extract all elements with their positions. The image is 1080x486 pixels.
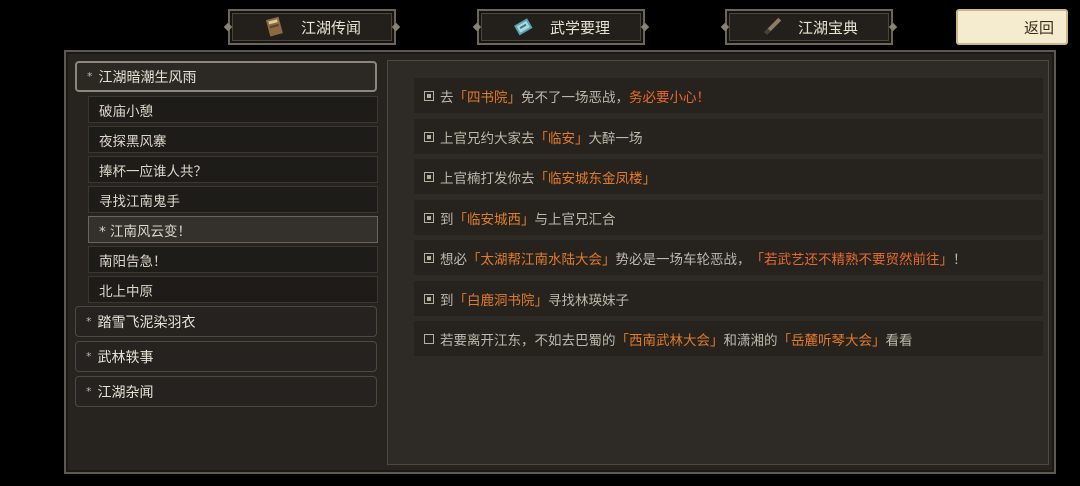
checkbox-checked-icon bbox=[424, 293, 434, 304]
quest-item[interactable]: 破庙小憩 bbox=[88, 96, 378, 123]
category-label: 江湖暗潮生风雨 bbox=[98, 69, 197, 86]
tab-encyclopedia[interactable]: 江湖宝典 bbox=[725, 9, 893, 45]
location-highlight: 「临安」 bbox=[534, 130, 589, 147]
tab-martial-arts[interactable]: 武学要理 bbox=[477, 9, 645, 45]
objective-row: 若要离开江东，不如去巴蜀的 「西南武林大会」 和潇湘的 「岳麓听琴大会」 看看 bbox=[414, 321, 1043, 356]
objective-text: 去 bbox=[440, 89, 454, 106]
category-label: 踏雪飞泥染羽衣 bbox=[97, 314, 196, 331]
objective-row: 到 「白鹿洞书院」 寻找林瑛妹子 bbox=[414, 281, 1043, 316]
objective-text: 上官兄约大家去 bbox=[440, 130, 535, 147]
objective-text: 上官楠打发你去 bbox=[440, 170, 535, 187]
objective-panel: 去 「四书院」 免不了一场恶战， 务必要小心！ 上官兄约大家去 「临安」 大醉一… bbox=[387, 60, 1049, 465]
tab-label: 武学要理 bbox=[549, 18, 610, 37]
checkbox-checked-icon bbox=[424, 212, 434, 223]
quest-item-selected[interactable]: * 江南风云变！ bbox=[88, 216, 378, 243]
objective-row: 到 「临安城西」 与上官兄汇合 bbox=[414, 200, 1043, 235]
quest-item[interactable]: 北上中原 bbox=[88, 276, 378, 303]
tab-label: 江湖传闻 bbox=[300, 18, 361, 37]
objective-row: 想必 「太湖帮江南水陆大会」 势必是一场车轮恶战， 「若武艺还不精熟不要贸然前往… bbox=[414, 240, 1043, 275]
quest-item[interactable]: 捧杯一应谁人共？ bbox=[88, 156, 378, 183]
objective-text: 与上官兄汇合 bbox=[534, 211, 616, 228]
checkbox-checked-icon bbox=[424, 252, 434, 263]
tab-jianghu-rumors[interactable]: 江湖传闻 bbox=[228, 9, 396, 45]
objective-text: 到 bbox=[440, 211, 454, 228]
location-highlight: 「西南武林大会」 bbox=[615, 332, 724, 349]
objective-row: 上官兄约大家去 「临安」 大醉一场 bbox=[414, 119, 1043, 154]
checkbox-empty-icon bbox=[424, 333, 434, 344]
back-button[interactable]: 返回 bbox=[956, 9, 1068, 45]
tab-label: 江湖宝典 bbox=[797, 18, 858, 37]
location-highlight: 「白鹿洞书院」 bbox=[453, 292, 549, 309]
objective-text: 看看 bbox=[885, 332, 913, 349]
manual-book-icon bbox=[514, 18, 533, 36]
category-snow-feather[interactable]: * 踏雪飞泥染羽衣 bbox=[75, 306, 377, 337]
location-highlight: 「临安城西」 bbox=[453, 211, 535, 228]
objective-text: 势必是一场车轮恶战， bbox=[615, 251, 751, 268]
warning-highlight: 务必要小心！ bbox=[629, 89, 710, 106]
category-label: 武林轶事 bbox=[97, 349, 154, 366]
quest-item[interactable]: 寻找江南鬼手 bbox=[88, 186, 378, 213]
objective-text: 和潇湘的 bbox=[723, 332, 778, 349]
category-label: 江湖杂闻 bbox=[97, 384, 154, 401]
quest-panel: * 江湖暗潮生风雨 破庙小憩 夜探黑风寨 捧杯一应谁人共？ 寻找江南鬼手 * 江… bbox=[64, 50, 1056, 474]
objective-text: 想必 bbox=[440, 251, 467, 268]
scroll-book-icon bbox=[265, 16, 283, 37]
bullet-icon: * bbox=[87, 70, 93, 83]
location-highlight: 「太湖帮江南水陆大会」 bbox=[467, 251, 616, 268]
quest-list: * 江湖暗潮生风雨 破庙小憩 夜探黑风寨 捧杯一应谁人共？ 寻找江南鬼手 * 江… bbox=[75, 61, 379, 411]
checkbox-checked-icon bbox=[424, 171, 434, 182]
brush-quill-icon bbox=[764, 17, 782, 35]
objective-text: 大醉一场 bbox=[588, 130, 643, 147]
checkbox-checked-icon bbox=[424, 90, 434, 101]
bullet-icon: * bbox=[86, 385, 92, 398]
category-main-story[interactable]: * 江湖暗潮生风雨 bbox=[75, 61, 377, 92]
quest-item[interactable]: 南阳告急！ bbox=[88, 246, 378, 273]
checkbox-checked-icon bbox=[424, 131, 434, 142]
warning-highlight: 「若武艺还不精熟不要贸然前往」 bbox=[750, 251, 954, 268]
category-misc-news[interactable]: * 江湖杂闻 bbox=[75, 376, 377, 407]
objective-row: 上官楠打发你去 「临安城东金凤楼」 bbox=[414, 159, 1043, 194]
location-highlight: 「四书院」 bbox=[453, 89, 522, 106]
location-highlight: 「临安城东金凤楼」 bbox=[534, 170, 657, 187]
objective-row: 去 「四书院」 免不了一场恶战， 务必要小心！ bbox=[414, 78, 1043, 113]
objective-text: ！ bbox=[953, 251, 967, 268]
objective-text: 若要离开江东，不如去巴蜀的 bbox=[440, 332, 616, 349]
bullet-icon: * bbox=[86, 350, 92, 363]
quest-item[interactable]: 夜探黑风寨 bbox=[88, 126, 378, 153]
bullet-icon: * bbox=[86, 315, 92, 328]
objective-text: 到 bbox=[440, 292, 454, 309]
objective-text: 寻找林瑛妹子 bbox=[548, 292, 629, 309]
location-highlight: 「岳麓听琴大会」 bbox=[777, 332, 886, 349]
objective-text: 免不了一场恶战， bbox=[521, 89, 629, 106]
category-wulin-anecdotes[interactable]: * 武林轶事 bbox=[75, 341, 377, 372]
